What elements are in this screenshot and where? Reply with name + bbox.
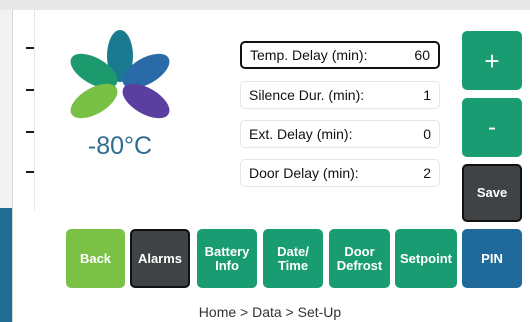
door-defrost-button[interactable]: Door Defrost (329, 229, 390, 288)
breadcrumb: Home > Data > Set-Up (198, 304, 342, 320)
window-top-bar (0, 0, 530, 10)
field-value: 2 (423, 165, 431, 181)
save-button[interactable]: Save (462, 164, 522, 222)
rail-tick (26, 131, 34, 133)
button-label-line: Battery (204, 243, 250, 259)
temp-delay-field[interactable]: Temp. Delay (min): 60 (240, 41, 440, 69)
field-value: 1 (423, 87, 431, 103)
button-label-line: Time (277, 257, 309, 273)
setpoint-button[interactable]: Setpoint (395, 229, 457, 288)
field-label: Ext. Delay (min): (249, 126, 353, 142)
field-label: Door Delay (min): (249, 165, 359, 181)
button-label-line: Info (215, 257, 239, 273)
field-value: 60 (414, 47, 430, 63)
temperature-readout: -80°C (87, 132, 153, 160)
door-delay-field[interactable]: Door Delay (min): 2 (240, 159, 440, 187)
field-label: Silence Dur. (min): (249, 87, 365, 103)
button-label-line: Defrost (336, 257, 383, 273)
date-time-button[interactable]: Date/ Time (263, 229, 323, 288)
panel-divider (34, 10, 35, 210)
field-value: 0 (423, 126, 431, 142)
alarms-button[interactable]: Alarms (130, 229, 190, 288)
battery-info-button[interactable]: Battery Info (197, 229, 257, 288)
back-button[interactable]: Back (66, 229, 125, 288)
button-label-line: Date/ (277, 243, 309, 259)
rail-tick (26, 89, 34, 91)
decrement-button[interactable]: - (462, 98, 522, 157)
button-label-line: Door (344, 243, 375, 259)
silence-duration-field[interactable]: Silence Dur. (min): 1 (240, 81, 440, 109)
rail-tick (26, 171, 34, 173)
increment-button[interactable]: + (462, 31, 522, 90)
field-label: Temp. Delay (min): (250, 47, 368, 63)
rail-tick (26, 47, 34, 49)
ext-delay-field[interactable]: Ext. Delay (min): 0 (240, 120, 440, 148)
pin-button[interactable]: PIN (462, 229, 522, 288)
left-rail-accent (0, 208, 12, 322)
brand-logo-icon (70, 30, 170, 119)
